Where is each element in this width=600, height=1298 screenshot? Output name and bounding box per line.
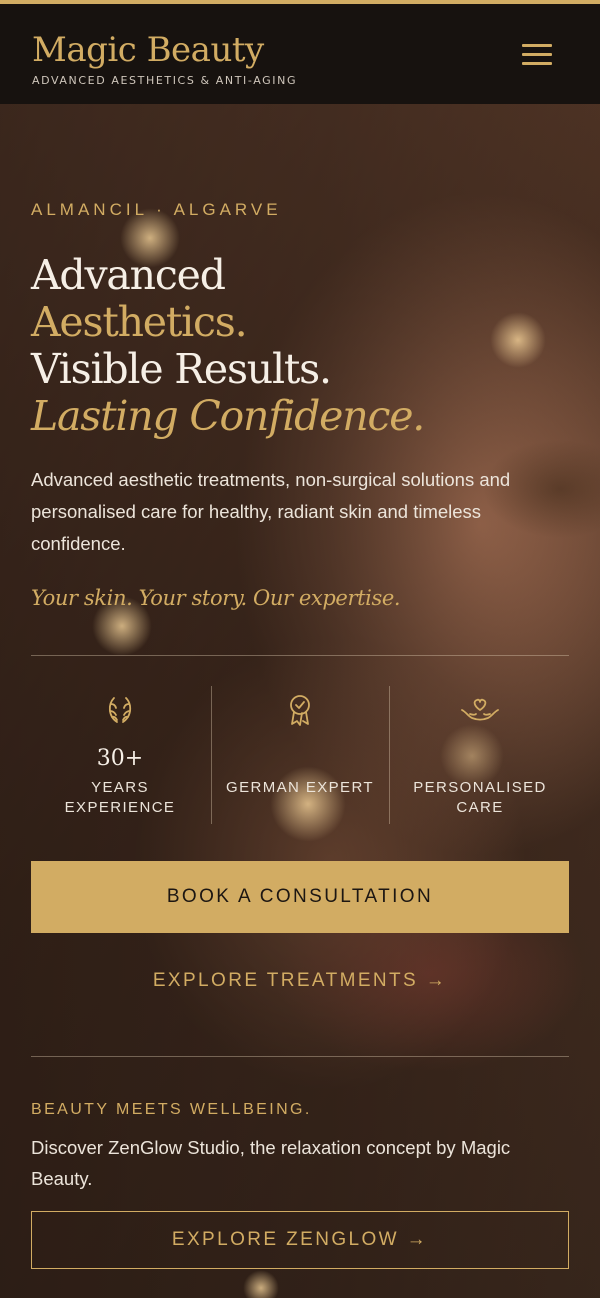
stat-number: 30+ bbox=[96, 746, 144, 771]
award-ribbon-icon bbox=[290, 695, 310, 726]
stat-experience: 30+ YEARS EXPERIENCE bbox=[31, 690, 209, 818]
stat-personalised-care: PERSONALISED CARE bbox=[391, 690, 569, 818]
explore-treatments-link[interactable]: EXPLORE TREATMENTS → bbox=[0, 970, 600, 992]
stat-label: PERSONALISED bbox=[413, 779, 547, 796]
stat-german-expert: GERMAN EXPERT bbox=[211, 690, 389, 798]
hero-headline: Advanced Aesthetics. Visible Results. La… bbox=[31, 251, 425, 440]
hamburger-menu-icon[interactable] bbox=[520, 40, 554, 70]
brand-tagline: ADVANCED AESTHETICS & ANTI-AGING bbox=[32, 74, 298, 87]
hero-lead-text: Advanced aesthetic treatments, non-surgi… bbox=[31, 469, 511, 554]
hero-motto: Your skin. Your story. Our expertise. bbox=[31, 586, 401, 610]
stat-label: GERMAN EXPERT bbox=[226, 779, 374, 796]
location-eyebrow: ALMANCIL · ALGARVE bbox=[31, 200, 282, 219]
headline-line-1: Advanced bbox=[31, 251, 226, 299]
wellbeing-title: BEAUTY MEETS WELLBEING. bbox=[31, 1101, 312, 1118]
headline-line-4: Lasting Confidence. bbox=[31, 392, 425, 440]
explore-zenglow-button[interactable]: EXPLORE ZENGLOW → bbox=[31, 1211, 569, 1269]
heart-hands-icon bbox=[461, 698, 499, 721]
book-consultation-button[interactable]: BOOK A CONSULTATION bbox=[31, 861, 569, 933]
stat-separator bbox=[389, 686, 390, 824]
wellbeing-text: Discover ZenGlow Studio, the relaxation … bbox=[31, 1137, 511, 1189]
headline-line-2: Aesthetics. bbox=[31, 298, 248, 346]
bokeh-light bbox=[243, 1270, 279, 1298]
laurel-wreath-icon bbox=[108, 697, 132, 723]
stat-label: YEARS bbox=[91, 779, 149, 796]
bokeh-light bbox=[490, 312, 546, 368]
divider bbox=[31, 1056, 569, 1057]
headline-line-3: Visible Results. bbox=[31, 345, 332, 393]
page: Magic Beauty ADVANCED AESTHETICS & ANTI-… bbox=[0, 0, 600, 1298]
brand-logo[interactable]: Magic Beauty bbox=[32, 30, 264, 70]
stat-label: EXPERIENCE bbox=[64, 799, 176, 816]
site-header: Magic Beauty ADVANCED AESTHETICS & ANTI-… bbox=[0, 4, 600, 104]
hero-section: ALMANCIL · ALGARVE Advanced Aesthetics. … bbox=[0, 104, 600, 1298]
divider bbox=[31, 655, 569, 656]
stat-label: CARE bbox=[456, 799, 504, 816]
